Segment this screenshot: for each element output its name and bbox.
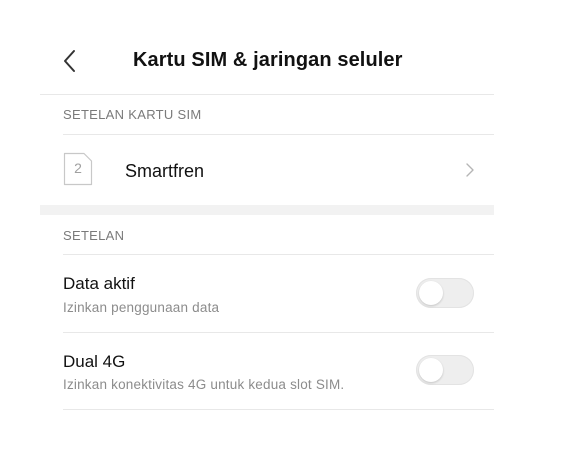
back-button[interactable] [58,48,82,74]
data-aktif-toggle[interactable] [416,278,474,308]
setting-title: Data aktif [63,274,135,293]
section-label-sim-settings: SETELAN KARTU SIM [63,107,202,122]
page-title: Kartu SIM & jaringan seluler [133,49,403,71]
toggle-knob [419,358,443,382]
toggle-knob [419,281,443,305]
sim-card-row[interactable]: 2 Smartfren [40,136,494,204]
header-bar: Kartu SIM & jaringan seluler [0,0,562,94]
section-label-settings: SETELAN [63,228,125,243]
divider [63,409,494,410]
sim-slot-number: 2 [74,160,82,176]
sim-card-icon: 2 [62,151,94,187]
setting-row-dual-4g[interactable]: Dual 4G Izinkan konektivitas 4G untuk ke… [40,334,494,410]
divider [63,134,494,135]
divider [63,332,494,333]
setting-title: Dual 4G [63,352,126,371]
divider [63,254,494,255]
setting-subtitle: Izinkan penggunaan data [63,300,220,315]
sim-card-name: Smartfren [125,161,205,181]
dual-4g-toggle[interactable] [416,355,474,385]
chevron-right-icon [464,162,476,178]
divider [40,94,494,95]
setting-row-data-aktif[interactable]: Data aktif Izinkan penggunaan data [40,256,494,332]
chevron-left-icon [64,50,75,72]
setting-subtitle: Izinkan konektivitas 4G untuk kedua slot… [63,377,345,392]
section-separator [40,205,494,215]
